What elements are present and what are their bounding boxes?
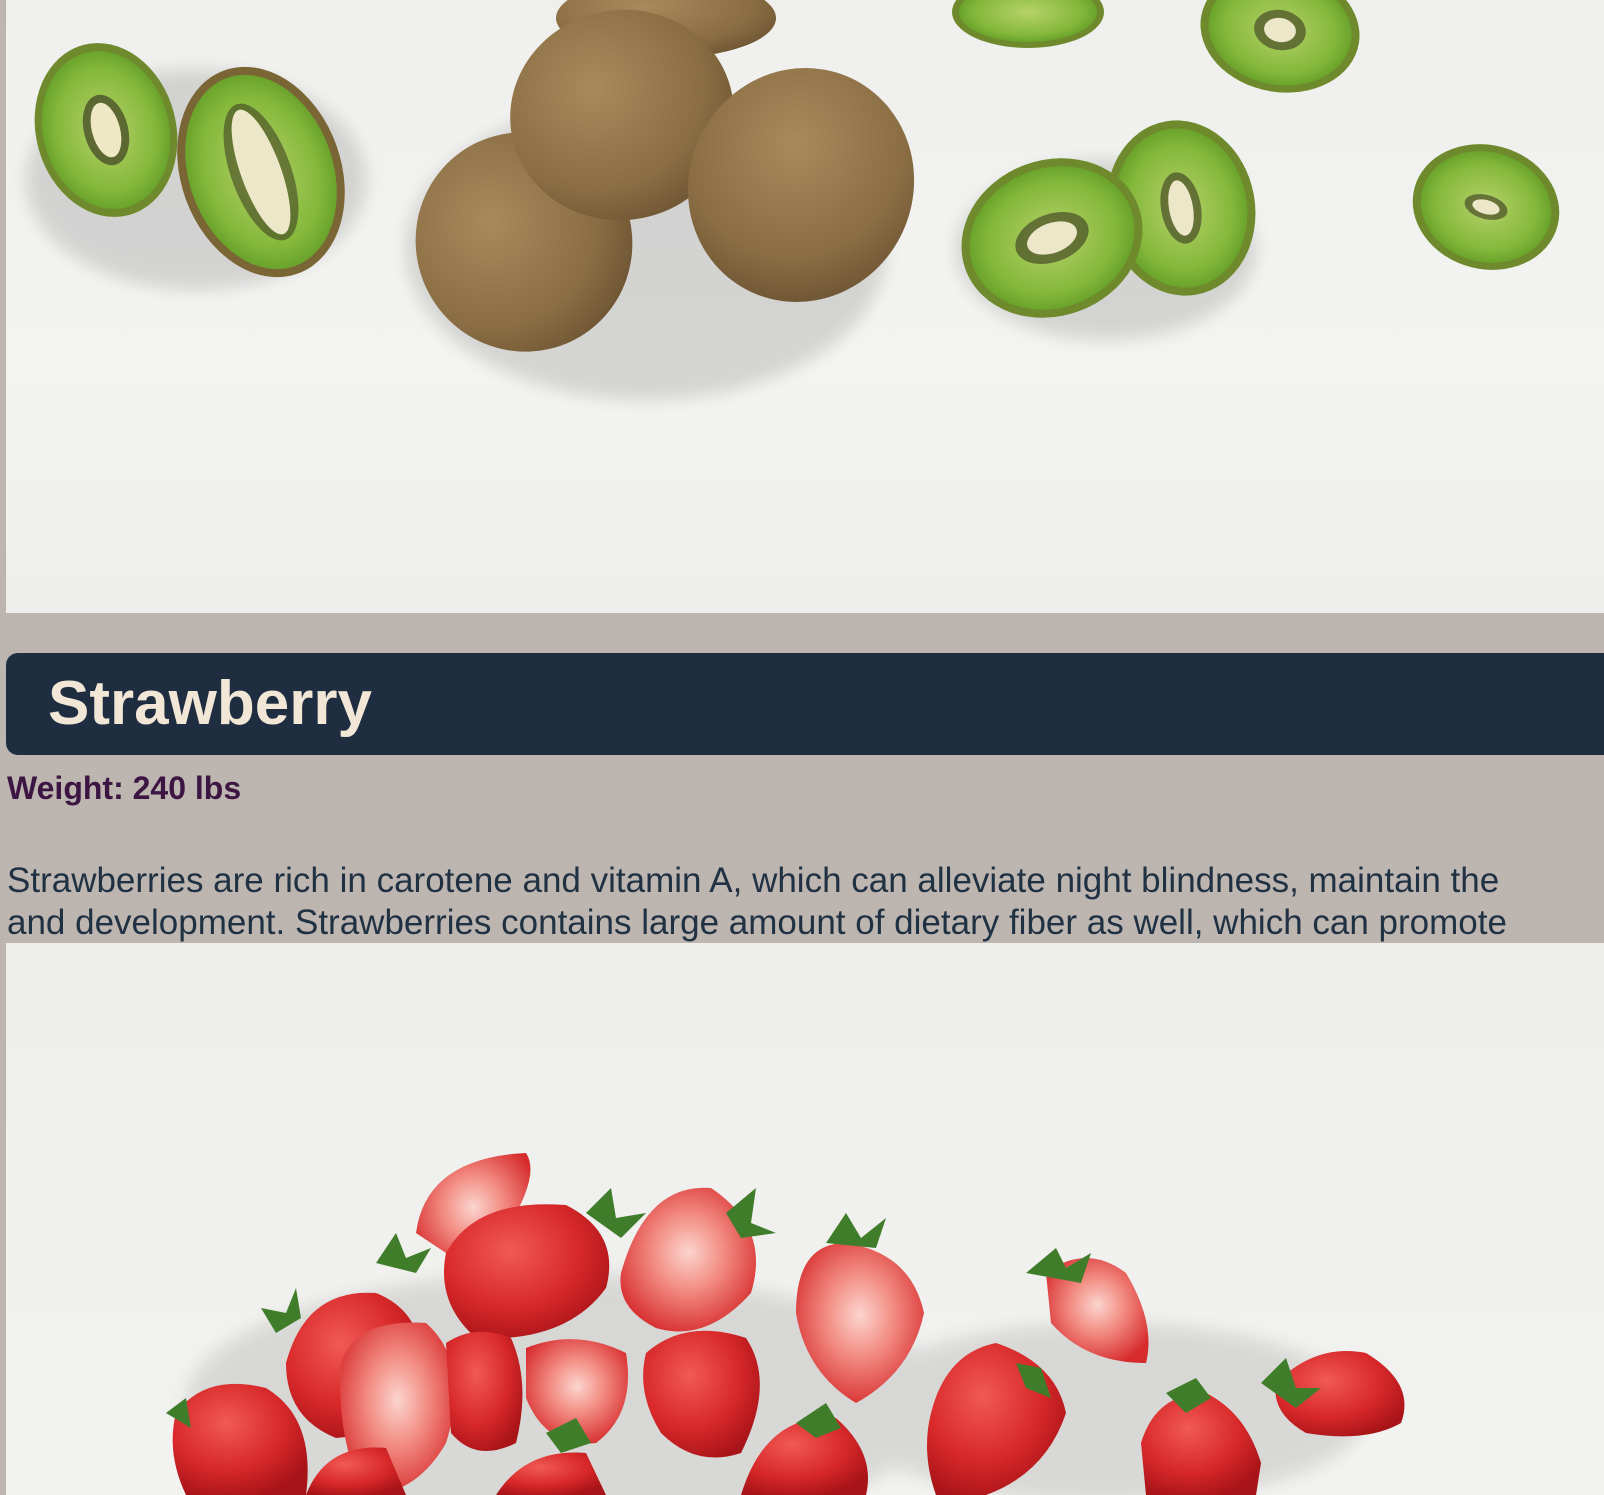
strawberry-photo (6, 943, 1604, 1495)
fruit-name-title: Strawberry (48, 669, 372, 738)
fruit-description-line: and development. Strawberries contains l… (7, 903, 1507, 942)
fruit-description: Strawberries are rich in carotene and vi… (7, 860, 1604, 944)
fruit-weight: Weight: 240 lbs (7, 770, 242, 806)
fruit-header-bar: Strawberry (6, 653, 1604, 755)
kiwi-photo (6, 0, 1604, 613)
fruit-description-line: Strawberries are rich in carotene and vi… (7, 861, 1500, 900)
